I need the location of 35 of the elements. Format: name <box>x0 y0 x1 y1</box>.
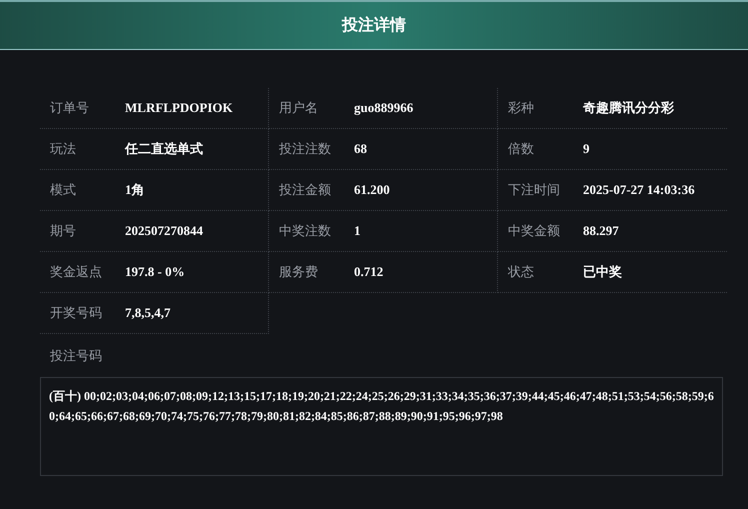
field-value: 奇趣腾讯分分彩 <box>583 99 674 118</box>
field-value: guo889966 <box>354 99 414 118</box>
field-label: 中奖金额 <box>508 222 561 240</box>
field-value: 已中奖 <box>583 263 622 282</box>
field-label: 状态 <box>508 263 535 282</box>
field-label: 期号 <box>50 222 77 240</box>
field-value: 2025-07-27 14:03:36 <box>583 181 695 200</box>
field-label: 投注注数 <box>279 140 332 158</box>
field-label: 模式 <box>50 181 77 200</box>
field-label: 玩法 <box>50 140 77 158</box>
field-label: 中奖注数 <box>279 222 332 240</box>
field-label: 用户名 <box>279 99 319 118</box>
field-value: 88.297 <box>583 222 619 240</box>
field-label: 服务费 <box>279 263 319 282</box>
field-value: MLRFLPDOPIOK <box>125 99 233 118</box>
field-value: 202507270844 <box>125 222 203 240</box>
field-value: 1 <box>354 222 360 240</box>
field-label: 彩种 <box>508 99 535 118</box>
bet-numbers-box: (百十) 00;02;03;04;06;07;08;09;12;13;15;17;18;19;20;21;22;24;25;26;29;31;33;34;35;36;37;39;44;45;46;47;48;51;53;54;56;58;59;60;64;65;66;67;68;69;70;74;75;76;77;78;79;80;81;82;84;85;86;87;88;89;90;91;95;96;97;98 <box>40 377 723 476</box>
field-value: 任二直选单式 <box>125 140 203 158</box>
field-value: 197.8 - 0% <box>125 263 185 282</box>
field-value: 7,8,5,4,7 <box>125 304 170 322</box>
field-label: 开奖号码 <box>50 304 103 322</box>
field-label: 倍数 <box>508 140 535 158</box>
field-label: 奖金返点 <box>50 263 103 282</box>
field-value: 68 <box>354 140 367 158</box>
field-value: 9 <box>583 140 590 158</box>
field-value: 0.712 <box>354 263 384 282</box>
field-value: 1角 <box>125 181 144 200</box>
field-label: 投注号码 <box>50 347 102 365</box>
dialog-title: 投注详情 <box>342 15 406 36</box>
field-label: 订单号 <box>50 99 90 118</box>
field-label: 投注金额 <box>279 181 332 200</box>
field-value: 61.200 <box>354 181 390 200</box>
field-label: 下注时间 <box>508 181 561 200</box>
